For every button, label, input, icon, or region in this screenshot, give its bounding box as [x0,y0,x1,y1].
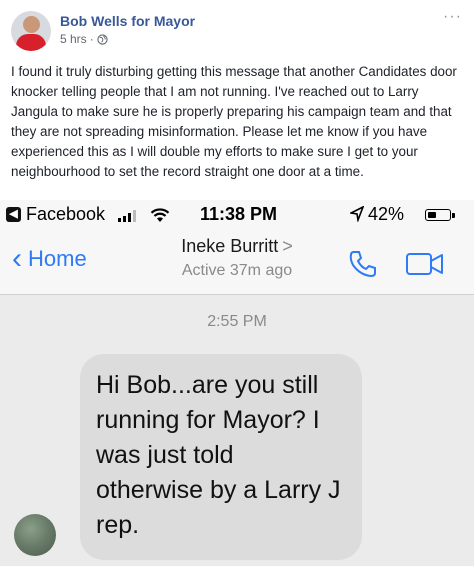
video-call-icon[interactable] [406,252,444,276]
signal-icon [118,210,136,222]
incoming-message-bubble[interactable]: Hi Bob...are you still running for Mayor… [80,354,362,560]
status-time: 11:38 PM [200,204,278,224]
meta-separator: · [89,32,94,46]
location-icon [350,206,364,222]
sender-avatar[interactable] [14,514,56,556]
battery-percentage: 42% [368,204,405,224]
post-time[interactable]: 5 hrs [60,32,87,46]
post-meta: 5 hrs · [60,32,108,46]
phone-icon[interactable] [348,249,378,279]
contact-status: Active 37m ago [181,262,293,279]
battery-fill [428,212,437,218]
phone-status-bar: ◀ Facebook 11:38 PM 42% [0,200,474,230]
globe-icon [97,33,108,45]
status-back-app: Facebook [26,204,106,224]
author-avatar[interactable] [11,11,51,51]
battery-icon [425,209,451,221]
conversation-header: ‹ Home Ineke Burritt > Active 37m ago [0,230,474,295]
message-timestamp: 2:55 PM [207,313,267,330]
battery-tip [452,213,455,218]
more-options-icon[interactable]: ··· [443,8,462,26]
post-header: Bob Wells for Mayor 5 hrs · ··· [0,0,474,58]
contact-name-text: Ineke Burritt [181,236,279,256]
post-text: I found it truly disturbing getting this… [11,64,457,179]
message-screenshot: ◀ Facebook 11:38 PM 42% ‹ Home Ineke Bur [0,200,474,566]
wifi-icon [150,208,170,222]
author-name[interactable]: Bob Wells for Mayor [60,13,195,29]
contact-name[interactable]: Ineke Burritt > [0,236,474,257]
avatar-body [16,34,46,51]
back-to-app-icon: ◀ [6,207,21,222]
contact-arrow: > [282,236,293,256]
avatar-head [23,16,40,33]
